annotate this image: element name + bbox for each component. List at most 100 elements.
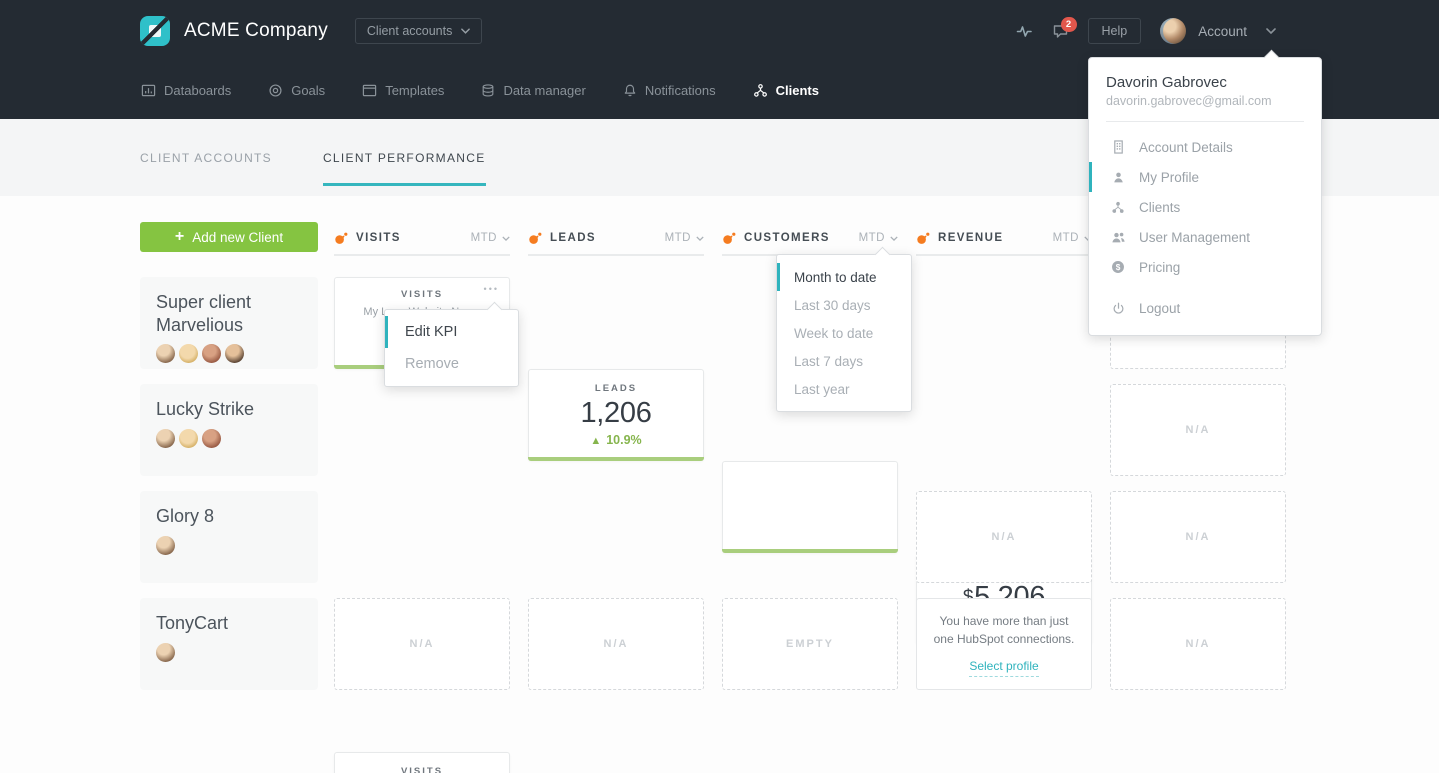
- menu-item-clients[interactable]: Clients: [1089, 192, 1321, 222]
- account-chevron-down-icon[interactable]: [1266, 28, 1276, 34]
- period-option-last-7-days[interactable]: Last 7 days: [777, 347, 911, 375]
- client-name: Super client Marvelious: [156, 292, 252, 335]
- kpi-card-na: N/A: [1110, 384, 1286, 476]
- kpi-context-menu: Edit KPI Remove: [384, 301, 519, 387]
- client-performance-page: ACME Company Client accounts 2 Help Acco…: [0, 0, 1439, 773]
- column-title: CUSTOMERS: [744, 232, 830, 244]
- databox-logo-icon: [140, 16, 170, 46]
- databoards-icon: [141, 84, 156, 96]
- hubspot-icon: [917, 232, 930, 244]
- kpi-card-na: N/A: [528, 598, 704, 690]
- chevron-down-icon: [461, 28, 471, 34]
- client-name: Glory 8: [156, 506, 215, 526]
- pricing-dollar-icon: $: [1110, 260, 1126, 274]
- clients-hierarchy-icon: [1110, 201, 1126, 214]
- avatar: [156, 535, 175, 555]
- client-card-lucky-strike[interactable]: Lucky Strike: [140, 384, 318, 476]
- nav-clients[interactable]: Clients: [753, 83, 819, 98]
- nav-notifications[interactable]: Notifications: [623, 83, 716, 98]
- kpi-label: VISITS: [400, 766, 444, 773]
- chevron-down-icon: [696, 235, 704, 241]
- client-card-glory-8[interactable]: Glory 8: [140, 491, 318, 583]
- kpi-label: LEADS: [594, 383, 638, 395]
- kpi-options-icon[interactable]: [484, 284, 499, 294]
- tab-client-performance[interactable]: CLIENT PERFORMANCE: [322, 119, 486, 196]
- column-title: LEADS: [550, 232, 596, 244]
- avatar: [156, 344, 175, 363]
- kpi-card-leads[interactable]: LEADS 1,206 10.9%: [528, 369, 704, 461]
- column-header-customers: CUSTOMERS MTD: [722, 229, 898, 256]
- period-selector-leads[interactable]: MTD: [665, 232, 704, 244]
- period-option-last-30-days[interactable]: Last 30 days: [777, 291, 911, 319]
- period-selector-customers[interactable]: MTD: [859, 232, 898, 244]
- hubspot-icon: [529, 232, 542, 244]
- kpi-delta: 10.9%: [590, 433, 641, 447]
- nav-goals[interactable]: Goals: [268, 83, 325, 98]
- plus-icon: +: [174, 228, 185, 245]
- period-dropdown-menu: Month to date Last 30 days Week to date …: [776, 246, 912, 412]
- activity-pulse-icon[interactable]: [1016, 23, 1033, 39]
- client-avatars: [156, 344, 302, 363]
- menu-item-account-details[interactable]: Account Details: [1089, 132, 1321, 162]
- main-navigation: Databoards Goals Templates Data manager …: [141, 62, 819, 118]
- period-selector-revenue[interactable]: MTD: [1053, 232, 1092, 244]
- menu-item-remove[interactable]: Remove: [385, 348, 518, 380]
- add-new-client-button[interactable]: + Add new Client: [140, 222, 318, 252]
- avatar: [225, 344, 244, 363]
- kpi-card-na: N/A: [916, 491, 1092, 583]
- hubspot-connection-message: You have more than just one HubSpot conn…: [933, 613, 1075, 646]
- goals-icon: [269, 83, 282, 97]
- column-header-revenue: REVENUE MTD: [916, 229, 1092, 256]
- notification-count-badge: 2: [1060, 16, 1077, 32]
- user-avatar[interactable]: [1160, 18, 1187, 44]
- nav-databoards[interactable]: Databoards: [141, 83, 231, 98]
- column-header-leads: LEADS MTD: [528, 229, 704, 256]
- menu-item-logout[interactable]: Logout: [1089, 293, 1321, 323]
- help-button[interactable]: Help: [1087, 18, 1142, 44]
- tab-client-accounts[interactable]: CLIENT ACCOUNTS: [140, 119, 272, 196]
- svg-text:$: $: [1116, 262, 1121, 272]
- templates-icon: [362, 84, 377, 96]
- power-icon: [1110, 302, 1126, 315]
- nav-templates[interactable]: Templates: [362, 83, 444, 98]
- client-accounts-selector[interactable]: Client accounts: [354, 18, 483, 44]
- kpi-label: VISITS: [400, 289, 444, 300]
- client-card-tonycart[interactable]: TonyCart: [140, 598, 318, 690]
- period-selector-visits[interactable]: MTD: [471, 232, 510, 244]
- menu-item-my-profile[interactable]: My Profile: [1089, 162, 1321, 192]
- kpi-card-na: N/A: [1110, 491, 1286, 583]
- menu-item-edit-kpi[interactable]: Edit KPI: [385, 316, 518, 348]
- chevron-down-icon: [502, 235, 510, 241]
- bell-icon: [624, 84, 636, 96]
- data-manager-icon: [483, 83, 494, 96]
- brand-name: ACME Company: [184, 20, 328, 41]
- menu-divider: [1106, 121, 1304, 122]
- period-option-last-year[interactable]: Last year: [777, 375, 911, 403]
- client-card-super-client-marvelious[interactable]: Super client Marvelious: [140, 277, 318, 369]
- kpi-card-customers[interactable]: [722, 461, 898, 553]
- menu-item-user-management[interactable]: User Management: [1089, 222, 1321, 252]
- clients-icon: [753, 83, 767, 97]
- kpi-card-visits[interactable]: VISITS 849,194 8.9%: [334, 752, 510, 773]
- avatar: [179, 428, 198, 448]
- period-option-week-to-date[interactable]: Week to date: [777, 319, 911, 347]
- select-profile-link[interactable]: Select profile: [969, 657, 1039, 677]
- client-avatars: [156, 428, 302, 448]
- column-header-visits: VISITS MTD: [334, 229, 510, 256]
- avatar: [179, 344, 198, 363]
- menu-item-pricing[interactable]: $ Pricing: [1089, 252, 1321, 282]
- column-title: REVENUE: [938, 232, 1004, 244]
- period-option-month-to-date[interactable]: Month to date: [777, 263, 911, 291]
- trend-up-icon: [590, 435, 601, 447]
- nav-data-manager[interactable]: Data manager: [481, 83, 586, 98]
- avatar: [156, 428, 175, 448]
- account-menu-label[interactable]: Account: [1198, 24, 1247, 39]
- kpi-card-na: N/A: [334, 598, 510, 690]
- client-avatars: [156, 535, 302, 555]
- building-icon: [1110, 140, 1126, 154]
- hubspot-icon: [723, 232, 736, 244]
- notifications-chat-icon[interactable]: 2: [1052, 16, 1077, 39]
- kpi-value: 1,206: [580, 397, 652, 430]
- person-icon: [1110, 171, 1126, 184]
- client-avatars: [156, 642, 302, 662]
